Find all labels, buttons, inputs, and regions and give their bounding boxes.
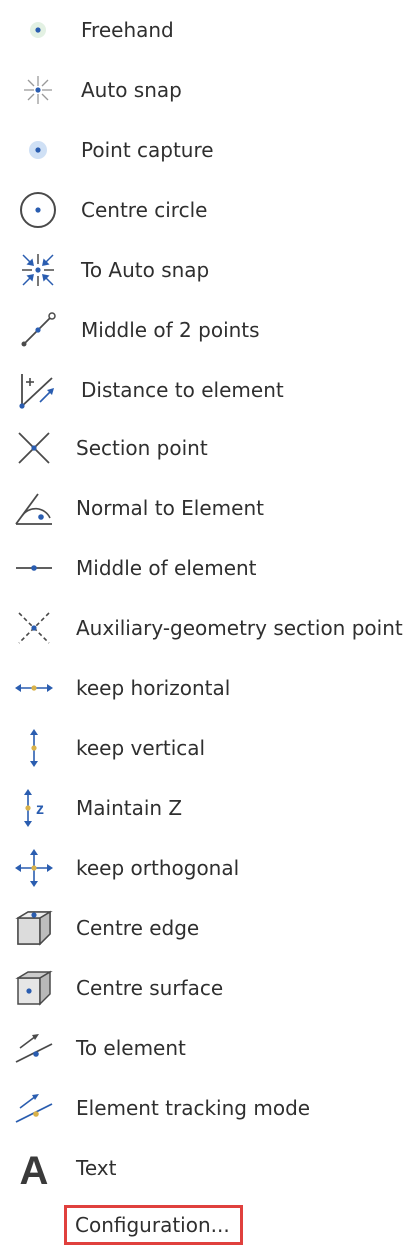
menu-item-section-point[interactable]: Section point [0,418,418,478]
middle-of-element-icon [14,548,54,588]
to-element-icon [14,1028,54,1068]
svg-text:z: z [36,801,44,818]
freehand-icon [18,10,58,50]
menu-item-label: Freehand [81,18,174,42]
auto-snap-icon [18,70,58,110]
menu-item-label: keep vertical [76,736,206,760]
menu-item-label: Text [76,1156,117,1180]
menu-item-middle-of-2-points[interactable]: Middle of 2 points [0,300,418,360]
menu-item-label: Normal to Element [76,496,264,520]
snap-options-menu: Freehand Auto snap Point capture Centre … [0,0,418,1258]
centre-surface-icon [14,968,54,1008]
point-capture-icon [18,130,58,170]
menu-item-keep-orthogonal[interactable]: keep orthogonal [0,838,418,898]
menu-item-centre-surface[interactable]: Centre surface [0,958,418,1018]
menu-item-auxiliary-geometry-section-point[interactable]: Auxiliary-geometry section point [0,598,418,658]
menu-item-point-capture[interactable]: Point capture [0,120,418,180]
menu-item-label: Auxiliary-geometry section point [76,616,403,640]
keep-horizontal-icon [14,668,54,708]
menu-item-label: Auto snap [81,78,182,102]
element-tracking-icon [14,1088,54,1128]
maintain-z-icon: z [14,788,54,828]
menu-item-label: keep orthogonal [76,856,240,880]
menu-item-to-element[interactable]: To element [0,1018,418,1078]
text-icon: A [14,1148,54,1188]
menu-item-label: Middle of element [76,556,257,580]
menu-item-label: Element tracking mode [76,1096,311,1120]
menu-item-middle-of-element[interactable]: Middle of element [0,538,418,598]
menu-item-label: Centre edge [76,916,200,940]
menu-item-label: Centre circle [81,198,208,222]
centre-circle-icon [18,190,58,230]
menu-item-to-auto-snap[interactable]: To Auto snap [0,240,418,300]
menu-item-label: Distance to element [81,378,284,402]
menu-item-element-tracking-mode[interactable]: Element tracking mode [0,1078,418,1138]
menu-item-normal-to-element[interactable]: Normal to Element [0,478,418,538]
menu-item-centre-edge[interactable]: Centre edge [0,898,418,958]
configuration-button[interactable]: Configuration... [64,1205,243,1245]
menu-item-keep-vertical[interactable]: keep vertical [0,718,418,778]
to-auto-snap-icon [18,250,58,290]
menu-item-label: Section point [76,436,208,460]
auxiliary-section-point-icon [14,608,54,648]
menu-item-label: keep horizontal [76,676,231,700]
menu-item-label: To element [76,1036,186,1060]
menu-item-label: To Auto snap [81,258,210,282]
menu-item-label: Middle of 2 points [81,318,260,342]
distance-to-element-icon [18,370,58,410]
keep-orthogonal-icon [14,848,54,888]
keep-vertical-icon [14,728,54,768]
menu-item-keep-horizontal[interactable]: keep horizontal [0,658,418,718]
middle-two-points-icon [18,310,58,350]
centre-edge-icon [14,908,54,948]
menu-item-label: Centre surface [76,976,224,1000]
menu-item-maintain-z[interactable]: z Maintain Z [0,778,418,838]
normal-to-element-icon [14,488,54,528]
section-point-icon [14,428,54,468]
menu-item-freehand[interactable]: Freehand [0,0,418,60]
menu-item-label: Point capture [81,138,214,162]
configuration-label: Configuration... [75,1213,230,1237]
svg-text:A: A [20,1149,49,1188]
menu-item-centre-circle[interactable]: Centre circle [0,180,418,240]
menu-item-distance-to-element[interactable]: Distance to element [0,360,418,420]
menu-item-text[interactable]: A Text [0,1138,418,1198]
menu-item-auto-snap[interactable]: Auto snap [0,60,418,120]
menu-item-label: Maintain Z [76,796,183,820]
